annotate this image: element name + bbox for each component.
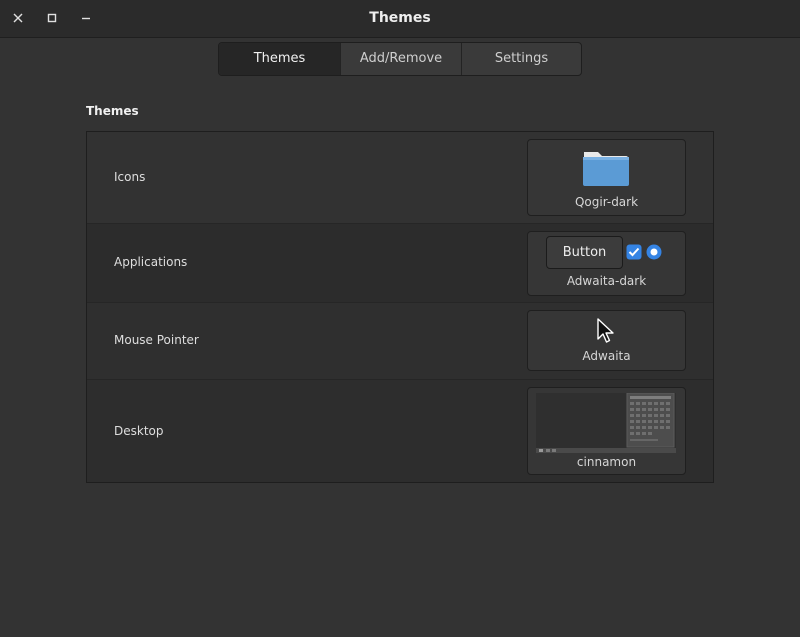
- applications-theme-button[interactable]: Button Adwaita-dark: [527, 231, 686, 296]
- row-label-mouse-pointer: Mouse Pointer: [114, 333, 199, 347]
- applications-theme-value: Adwaita-dark: [566, 274, 647, 288]
- row-applications: Applications Button Adwaita-dark: [87, 224, 713, 303]
- title-bar: Themes: [0, 0, 800, 38]
- window-title: Themes: [369, 10, 431, 26]
- tab-add-remove[interactable]: Add/Remove: [341, 43, 462, 75]
- row-label-icons: Icons: [114, 170, 146, 184]
- desktop-theme-value: cinnamon: [576, 455, 637, 469]
- icons-theme-button[interactable]: Qogir-dark: [527, 139, 686, 216]
- mouse-pointer-theme-button[interactable]: Adwaita: [527, 310, 686, 371]
- tab-bar: Themes Add/Remove Settings: [218, 42, 582, 76]
- cursor-icon: [597, 318, 614, 343]
- themes-list: Icons Qogir-dark Applications Button Adw…: [86, 131, 714, 483]
- preview-button: Button: [546, 236, 623, 269]
- row-label-desktop: Desktop: [114, 424, 164, 438]
- folder-icon: [583, 152, 629, 186]
- row-desktop: Desktop cinnamon: [87, 380, 713, 482]
- checkbox-icon: [626, 244, 642, 260]
- desktop-thumbnail: [536, 393, 676, 453]
- themes-window: Themes Themes Add/Remove Settings Themes…: [0, 0, 800, 637]
- section-title: Themes: [86, 104, 139, 118]
- tab-settings[interactable]: Settings: [462, 43, 581, 75]
- icons-theme-value: Qogir-dark: [574, 195, 639, 209]
- radio-icon: [646, 244, 662, 260]
- row-label-applications: Applications: [114, 255, 188, 269]
- row-mouse-pointer: Mouse Pointer Adwaita: [87, 303, 713, 380]
- mouse-pointer-theme-value: Adwaita: [582, 349, 631, 363]
- tab-themes[interactable]: Themes: [219, 43, 341, 75]
- desktop-theme-button[interactable]: cinnamon: [527, 387, 686, 475]
- row-icons: Icons Qogir-dark: [87, 132, 713, 224]
